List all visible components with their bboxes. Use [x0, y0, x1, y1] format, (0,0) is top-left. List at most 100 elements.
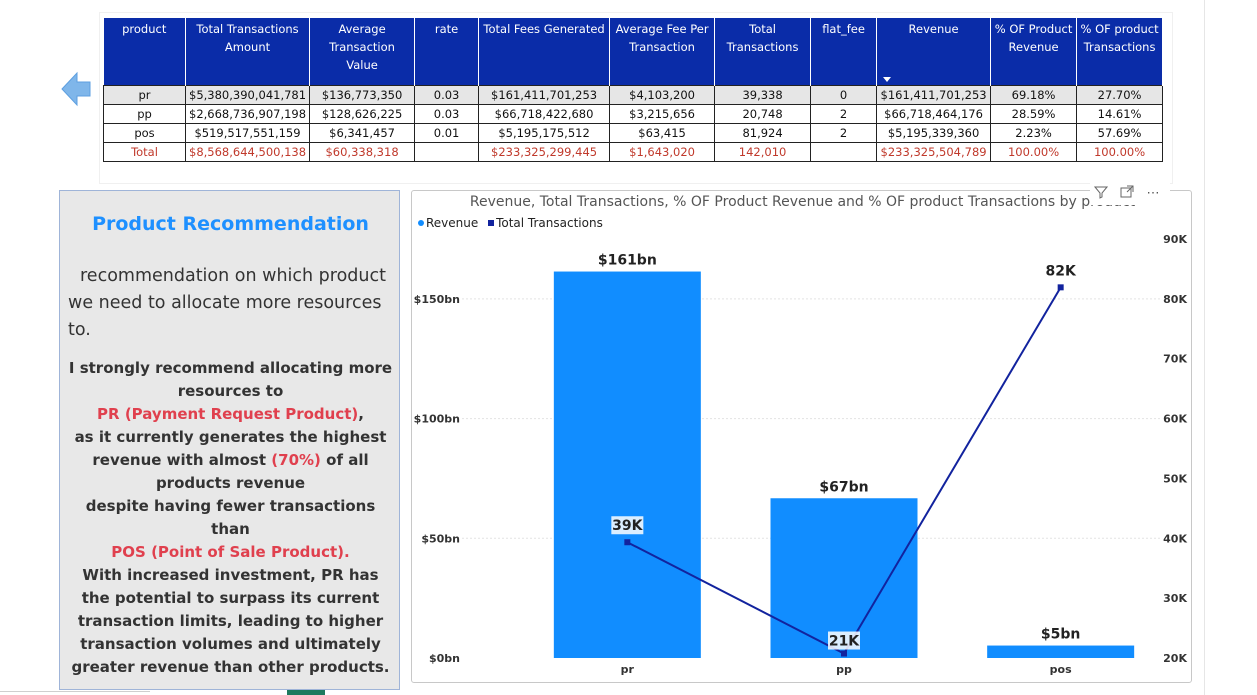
column-header[interactable]: Revenue [876, 18, 992, 85]
table-cell: $4,103,200 [609, 84, 716, 105]
transactions-point [624, 539, 631, 546]
column-header[interactable]: Total Transactions Amount [185, 18, 311, 85]
table-cell: pp [103, 103, 186, 124]
transactions-point [1057, 284, 1064, 291]
y-right-tick-label: 20K [1163, 652, 1187, 665]
table-cell: 14.61% [1076, 103, 1164, 124]
rec-text-3: despite having fewer transactions than [85, 497, 376, 538]
page-tab-indicator[interactable] [287, 690, 325, 695]
table-cell: 39,338 [714, 84, 812, 105]
x-tick-label: pp [836, 663, 852, 676]
table-cell: $3,215,656 [609, 103, 716, 124]
revenue-bar [553, 271, 701, 658]
table-cell: $2,668,736,907,198 [184, 103, 311, 124]
table-header-row: product Total Transactions Amount Average … [103, 18, 1164, 85]
table-cell: 0 [810, 84, 878, 105]
table-cell: $136,773,350 [309, 84, 416, 105]
x-tick-label: pr [621, 663, 635, 676]
column-header[interactable]: Average Transaction Value [309, 18, 416, 85]
table-cell: Total [103, 141, 186, 162]
total-row[interactable]: Total $8,568,644,500,138 $60,338,318 $233,3… [103, 141, 1164, 162]
table-cell: $161,411,701,253 [478, 84, 611, 105]
y-left-tick-label: $50bn [421, 532, 460, 545]
table-cell: 81,924 [714, 122, 812, 143]
table-cell: 20,748 [714, 103, 812, 124]
table-row[interactable]: pos $519,517,551,159 $6,341,457 0.01 $5,195,… [103, 122, 1164, 143]
table-cell: $66,718,422,680 [478, 103, 611, 124]
table-cell: 142,010 [714, 141, 812, 162]
matrix-table: product Total Transactions Amount Average … [103, 18, 1164, 162]
chart-plot: $0bn $50bn $100bn $150bn 20K 30K 40K 50K 60K 70K 8… [414, 233, 1188, 676]
y-right-tick-label: 90K [1163, 233, 1187, 246]
table-row[interactable]: pp $2,668,736,907,198 $128,626,225 0.03 $66,… [103, 103, 1164, 124]
table-cell: $60,338,318 [309, 141, 416, 162]
rec-text-4: With increased investment, PR has the po… [71, 566, 390, 676]
y-right-tick-label: 80K [1163, 293, 1187, 306]
y-right-tick-label: 60K [1163, 413, 1187, 426]
column-header[interactable]: % OF Product Revenue [990, 18, 1078, 85]
column-header[interactable]: Total Fees Generated [478, 18, 611, 85]
table-cell: pr [103, 84, 186, 105]
column-header[interactable]: % OF product Transactions [1076, 18, 1164, 85]
rec-highlight-pct: (70%) [271, 451, 321, 469]
y-right-tick-label: 40K [1163, 532, 1187, 545]
table-cell: 100.00% [1076, 141, 1164, 162]
filter-icon[interactable] [1092, 185, 1110, 201]
transactions-point [841, 650, 847, 657]
table-cell: $66,718,464,176 [876, 103, 992, 124]
table-cell [414, 141, 480, 162]
recommendation-body: I strongly recommend allocating more res… [68, 357, 393, 679]
transactions-data-label: 82K [1045, 263, 1076, 279]
rec-text-1: I strongly recommend allocating more res… [68, 359, 393, 400]
column-header[interactable]: Total Transactions [714, 18, 812, 85]
table-cell: 27.70% [1076, 84, 1164, 105]
table-cell: pos [103, 122, 186, 143]
y-right-tick-label: 50K [1163, 472, 1187, 485]
table-cell: $233,325,504,789 [876, 141, 992, 162]
focus-mode-icon[interactable] [1118, 185, 1136, 201]
visual-header: ⋯ [1090, 183, 1170, 205]
y-right-tick-label: 30K [1163, 592, 1187, 605]
column-header[interactable]: flat_fee [810, 18, 878, 85]
sort-descending-icon[interactable] [883, 76, 892, 82]
table-cell: $6,341,457 [309, 122, 416, 143]
table-cell: 2 [810, 103, 878, 124]
more-options-icon[interactable]: ⋯ [1144, 185, 1162, 201]
table-cell: $1,643,020 [609, 141, 716, 162]
x-tick-label: pos [1050, 663, 1072, 676]
table-cell: 2 [810, 122, 878, 143]
table-cell: 57.69% [1076, 122, 1164, 143]
column-header[interactable]: Average Fee Per Transaction [609, 18, 716, 85]
revenue-data-label: $161bn [598, 253, 657, 269]
recommendation-title: Product Recommendation [92, 213, 369, 235]
revenue-bar [987, 645, 1135, 658]
table-cell: 0.01 [414, 122, 480, 143]
recommendation-card: Product Recommendation recommendation on… [59, 190, 400, 690]
y-left-tick-label: $150bn [414, 293, 460, 306]
table-cell: $161,411,701,253 [876, 84, 992, 105]
back-arrow-icon[interactable] [60, 70, 92, 108]
y-left-tick-label: $0bn [429, 652, 460, 665]
column-header[interactable]: rate [414, 18, 480, 85]
table-cell: $233,325,299,445 [478, 141, 611, 162]
table-cell: 28.59% [990, 103, 1078, 124]
table-cell: 0.03 [414, 103, 480, 124]
table-cell: 69.18% [990, 84, 1078, 105]
table-cell: $8,568,644,500,138 [184, 141, 311, 162]
table-cell: $63,415 [609, 122, 716, 143]
column-header[interactable]: product [103, 18, 186, 85]
bottom-divider [0, 691, 150, 692]
table-body: pr $5,380,390,041,781 $136,773,350 0.03 $161… [103, 84, 1164, 162]
table-cell: $5,195,175,512 [478, 122, 611, 143]
report-canvas: product Total Transactions Amount Average … [0, 0, 1257, 695]
left-gutter [0, 0, 54, 695]
table-cell: $128,626,225 [309, 103, 416, 124]
rec-highlight-pos: POS (Point of Sale Product). [111, 543, 350, 561]
table-row[interactable]: pr $5,380,390,041,781 $136,773,350 0.03 $161… [103, 84, 1164, 105]
product-summary-table: product Total Transactions Amount Average … [100, 13, 1172, 183]
table-cell: $5,195,339,360 [876, 122, 992, 143]
right-gutter [1204, 0, 1257, 695]
transactions-data-label: 21K [829, 634, 860, 650]
rec-highlight-pr: PR (Payment Request Product) [97, 405, 359, 423]
combo-chart[interactable]: Revenue, Total Transactions, % OF Produc… [411, 190, 1192, 683]
